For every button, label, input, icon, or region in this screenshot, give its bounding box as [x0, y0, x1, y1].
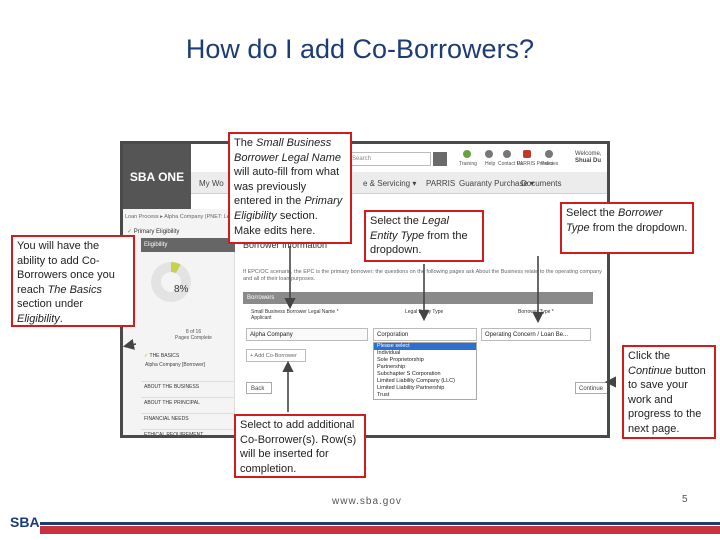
dropdown-option[interactable]: Trust	[374, 392, 476, 399]
sidebar-item-the-basics[interactable]: ✓ THE BASICS	[141, 353, 235, 359]
sidebar-item-about-principal[interactable]: ABOUT THE PRINCIPAL	[141, 397, 235, 406]
dropdown-option[interactable]: Sole Proprietorship	[374, 357, 476, 364]
callout-legal-entity: Select the Legal Entity Type from the dr…	[364, 210, 484, 262]
page-description: If EPC/OC scenario, the EPC is the prima…	[243, 269, 602, 282]
primary-eligibility-label: Primary Eligibility	[133, 229, 180, 235]
callout-text: Select the	[566, 207, 618, 219]
legal-entity-select[interactable]: Corporation	[373, 328, 477, 341]
top-icon-label: Policies	[541, 161, 559, 167]
top-icon-label: Help	[485, 161, 496, 167]
footer-bar	[40, 526, 720, 534]
callout-emphasis: Continue	[628, 364, 673, 377]
slide-title: How do I add Co-Borrowers?	[185, 34, 535, 64]
primary-eligibility-item[interactable]: ✓ Primary Eligibility	[127, 228, 179, 235]
sba-logo: SBA	[10, 514, 40, 530]
legal-entity-dropdown[interactable]: Please select Individual Sole Proprietor…	[373, 342, 477, 400]
nav-item[interactable]: PARRIS	[426, 179, 455, 188]
sidebar-item-financial-needs[interactable]: FINANCIAL NEEDS	[141, 413, 235, 422]
callout-text: The	[234, 137, 257, 149]
borrower-type-select[interactable]: Operating Concern / Loan Be...	[481, 328, 591, 341]
dropdown-option[interactable]: Partnership	[374, 364, 476, 371]
column-header-borrower-type: Borrower Type *	[518, 309, 554, 315]
callout-continue: Click the Continue button to save your w…	[622, 345, 716, 439]
callout-text: from the dropdown.	[589, 221, 688, 234]
sba-one-logo[interactable]: SBA ONE	[123, 144, 191, 209]
callout-add-co-borrower: Select to add additional Co-Borrower(s).…	[234, 414, 366, 478]
pages-caption: Pages Complete	[175, 335, 212, 341]
search-icon[interactable]	[433, 152, 447, 166]
dropdown-option[interactable]: Limited Liability Partnership	[374, 385, 476, 392]
add-co-borrower-button[interactable]: + Add Co-Borrower	[246, 349, 306, 362]
user-name: Shuai Du	[575, 158, 602, 164]
dropdown-option[interactable]: Limited Liability Company (LLC)	[374, 378, 476, 385]
callout-emphasis: Eligibility	[17, 312, 60, 325]
borrower-name-field[interactable]: Alpha Company	[246, 328, 368, 341]
progress-donut	[151, 262, 191, 302]
progress-percent: 8%	[174, 284, 189, 295]
contact-icon[interactable]	[503, 150, 511, 158]
dropdown-option[interactable]: Please select	[374, 343, 476, 350]
nav-item[interactable]: Documents	[521, 179, 561, 188]
callout-text: Select the	[370, 215, 422, 227]
callout-text: .	[59, 312, 63, 325]
sidebar-sub-item[interactable]: Alpha Company [Borrower]	[145, 362, 205, 368]
callout-borrower-type: Select the Borrower Type from the dropdo…	[560, 202, 694, 254]
search-input[interactable]: Search	[349, 152, 431, 166]
check-icon: ✓	[144, 353, 149, 359]
dropdown-option[interactable]: Subchapter S Corporation	[374, 371, 476, 378]
sidebar-item-ethical-requirement[interactable]: ETHICAL REQUIREMENT	[141, 429, 235, 435]
parris-icon[interactable]	[523, 150, 531, 158]
callout-text: Select to add additional Co-Borrower(s).…	[240, 419, 357, 475]
sidebar-item-about-business[interactable]: ABOUT THE BUSINESS	[141, 381, 235, 390]
nav-item[interactable]: My Wo	[199, 179, 224, 188]
help-icon[interactable]	[485, 150, 493, 158]
callout-text: Click the	[628, 350, 671, 362]
nav-item[interactable]: e & Servicing ▾	[363, 179, 416, 188]
welcome-label: Welcome,	[575, 151, 602, 157]
column-header-name: Small Business Borrower Legal Name * App…	[251, 309, 363, 321]
footer-url[interactable]: www.sba.gov	[332, 496, 402, 507]
top-icon-label: Training	[459, 161, 477, 167]
sidebar-item-label: THE BASICS	[149, 353, 180, 359]
eligibility-section-bar[interactable]: Eligibility	[141, 238, 235, 252]
borrowers-section-header: Borrowers	[243, 292, 593, 304]
policies-icon[interactable]	[545, 150, 553, 158]
callout-emphasis: The Basics	[47, 283, 102, 296]
training-icon[interactable]	[463, 150, 471, 158]
dropdown-option[interactable]: Individual	[374, 350, 476, 357]
app-screenshot: SBA ONE Search Training Help Contact Us …	[120, 141, 610, 438]
back-button[interactable]: Back	[246, 382, 272, 394]
column-header-entity: Legal Entity Type	[405, 309, 444, 315]
continue-button[interactable]: Continue	[575, 382, 607, 394]
callout-text: section under	[17, 298, 84, 311]
callout-eligibility: You will have the ability to add Co-Borr…	[11, 235, 135, 327]
footer-rule-blue	[40, 522, 720, 525]
pages-complete: 8 of 16 Pages Complete	[175, 329, 212, 341]
welcome-user[interactable]: Welcome, Shuai Du	[575, 151, 602, 165]
column-header-sub: Applicant	[251, 315, 272, 321]
callout-borrower-name: The Small Business Borrower Legal Name w…	[228, 132, 352, 244]
page-number: 5	[682, 494, 688, 505]
